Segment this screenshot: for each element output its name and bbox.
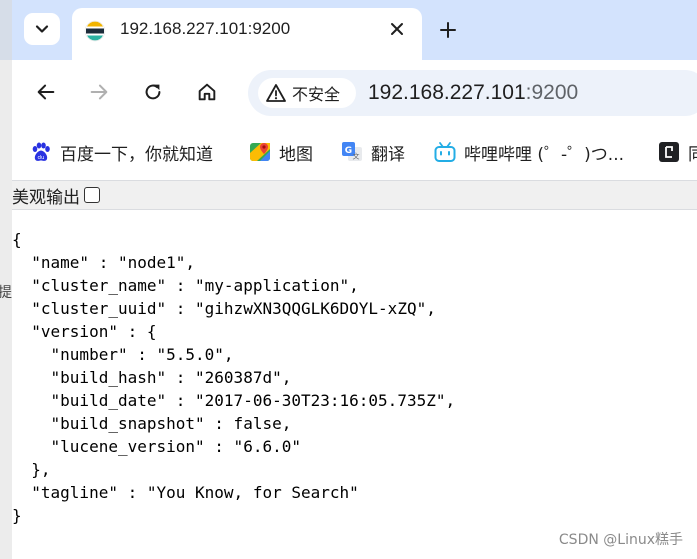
warning-triangle-icon — [266, 84, 286, 102]
background-window-sliver: 提 — [0, 0, 12, 559]
tab-title: 192.168.227.101:9200 — [120, 19, 291, 38]
json-response: { "name" : "node1", "cluster_name" : "my… — [12, 230, 456, 525]
elastic-favicon-icon — [84, 20, 106, 42]
bookmark-baidu[interactable]: du 百度一下，你就知道 — [30, 138, 213, 166]
watermark: CSDN @Linux糕手 — [558, 532, 683, 548]
tab-strip: 192.168.227.101:9200 — [12, 0, 697, 60]
svg-text:du: du — [38, 155, 45, 161]
reload-icon — [145, 84, 161, 100]
pretty-print-label: 美观输出 — [12, 187, 80, 208]
pretty-print-bar: 美观输出 — [12, 180, 697, 210]
dark-square-icon — [659, 142, 679, 162]
baidu-paw-icon: du — [32, 142, 50, 161]
reload-button[interactable] — [139, 78, 167, 106]
tab-search-button[interactable] — [24, 13, 60, 45]
chevron-down-icon — [35, 25, 49, 33]
background-window-text: 提 — [0, 285, 12, 301]
bookmarks-bar: du 百度一下，你就知道 地图 G 文 翻译 哔哩哔哩 (゜-゜)つ... 同 — [12, 124, 697, 180]
bookmark-label: 翻译 — [371, 144, 405, 165]
bookmark-translate[interactable]: G 文 翻译 — [341, 138, 405, 166]
google-maps-icon — [250, 143, 270, 161]
forward-arrow-icon — [90, 84, 108, 100]
new-tab-button[interactable] — [436, 18, 460, 42]
tab-close-button[interactable] — [388, 20, 406, 38]
bookmark-label: 哔哩哔哩 (゜-゜)つ... — [464, 144, 625, 165]
forward-button[interactable] — [85, 78, 113, 106]
close-icon — [391, 23, 403, 35]
home-button[interactable] — [193, 78, 221, 106]
page-content: 美观输出 { "name" : "node1", "cluster_name" … — [12, 180, 697, 559]
navigation-toolbar: 不安全 192.168.227.101:9200 — [12, 60, 697, 124]
active-tab[interactable]: 192.168.227.101:9200 — [72, 8, 422, 60]
bookmark-label: 同 — [688, 144, 697, 165]
svg-text:G: G — [345, 146, 352, 156]
back-button[interactable] — [32, 78, 60, 106]
address-bar[interactable]: 不安全 192.168.227.101:9200 — [248, 70, 697, 116]
bookmark-maps[interactable]: 地图 — [249, 138, 313, 166]
svg-text:文: 文 — [353, 152, 360, 161]
url-port: :9200 — [525, 81, 579, 104]
pretty-print-checkbox[interactable] — [84, 187, 100, 203]
browser-window: 192.168.227.101:9200 不安全 192.168.227.101… — [12, 0, 697, 559]
background-window-top — [0, 0, 12, 60]
bookmark-bilibili[interactable]: 哔哩哔哩 (゜-゜)つ... — [434, 138, 624, 166]
plus-icon — [440, 22, 456, 38]
bookmark-label: 百度一下，你就知道 — [60, 144, 213, 165]
home-icon — [198, 83, 216, 101]
url-text[interactable]: 192.168.227.101:9200 — [368, 81, 578, 105]
security-label: 不安全 — [292, 85, 341, 104]
back-arrow-icon — [37, 84, 55, 100]
bookmark-partial[interactable]: 同 — [658, 138, 697, 166]
bilibili-icon — [434, 142, 456, 162]
url-host: 192.168.227.101 — [368, 81, 526, 104]
security-chip[interactable]: 不安全 — [258, 78, 356, 108]
google-translate-icon: G 文 — [342, 142, 362, 161]
bookmark-label: 地图 — [279, 144, 313, 165]
